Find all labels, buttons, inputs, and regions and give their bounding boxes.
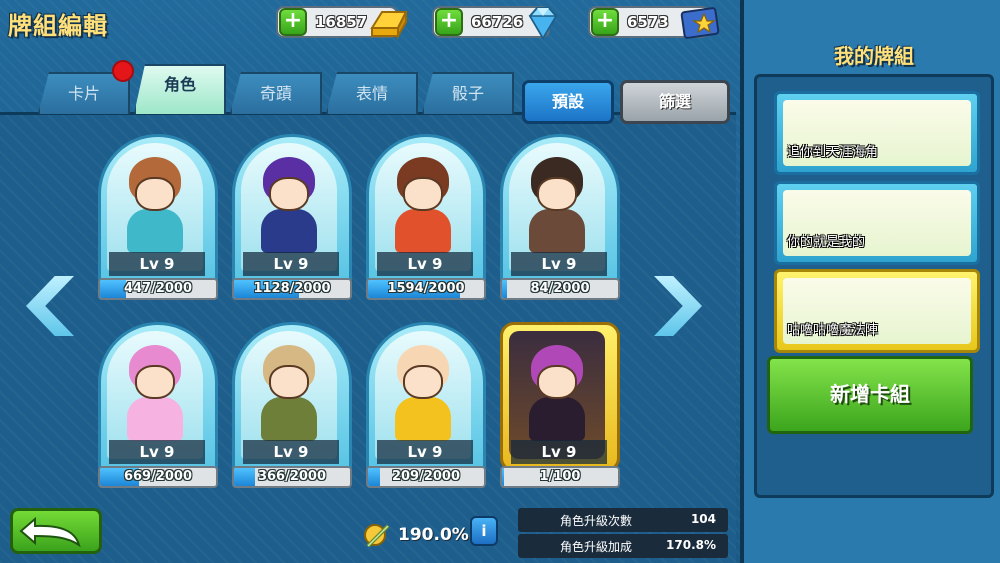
character-face bbox=[135, 365, 175, 399]
filter-button[interactable]: 篩選 bbox=[620, 80, 730, 124]
progress-text: 366/2000 bbox=[257, 469, 327, 484]
progress-text: 209/2000 bbox=[391, 469, 461, 484]
character-card[interactable]: Lv 9 669/2000 bbox=[98, 322, 218, 498]
progress-text: 1128/2000 bbox=[253, 281, 331, 296]
character-card[interactable]: Lv 9 1128/2000 bbox=[232, 134, 352, 310]
info-button[interactable]: i bbox=[470, 516, 498, 546]
character-card[interactable]: Lv 9 1/100 bbox=[500, 322, 620, 498]
character-body bbox=[261, 209, 317, 253]
deck-item[interactable]: 你的就是我的 bbox=[774, 181, 980, 265]
progress-text: 1594/2000 bbox=[387, 281, 465, 296]
progress-bar: 669/2000 bbox=[98, 466, 218, 488]
notification-dot bbox=[112, 60, 134, 82]
gold-currency: + 16857 bbox=[276, 6, 408, 40]
deck-item-selected[interactable]: 咕嚕咕嚕魔法陣 bbox=[774, 269, 980, 353]
character-card[interactable]: Lv 9 366/2000 bbox=[232, 322, 352, 498]
character-face bbox=[135, 177, 175, 211]
deck-name: 追你到天涯海角 bbox=[787, 145, 879, 160]
character-body bbox=[261, 397, 317, 441]
character-level: Lv 9 bbox=[243, 252, 339, 276]
character-body bbox=[127, 397, 183, 441]
progress-bar: 366/2000 bbox=[232, 466, 352, 488]
character-level: Lv 9 bbox=[377, 252, 473, 276]
character-card[interactable]: Lv 9 209/2000 bbox=[366, 322, 486, 498]
progress-text: 84/2000 bbox=[530, 281, 590, 296]
tab-dice[interactable]: 骰子 bbox=[422, 72, 514, 114]
stat-upgrade-count: 角色升級次數 104 bbox=[518, 508, 728, 532]
character-level: Lv 9 bbox=[243, 440, 339, 464]
stat-value: 104 bbox=[690, 512, 716, 526]
character-face bbox=[403, 365, 443, 399]
character-face bbox=[537, 177, 577, 211]
progress-bar: 1/100 bbox=[500, 466, 620, 488]
stat-upgrade-bonus: 角色升級加成 170.8% bbox=[518, 534, 728, 558]
progress-bar: 209/2000 bbox=[366, 466, 486, 488]
character-face bbox=[403, 177, 443, 211]
character-body bbox=[127, 209, 183, 253]
tab-characters[interactable]: 角色 bbox=[134, 64, 226, 114]
gold-amount: 16857 bbox=[315, 13, 368, 31]
diamond-icon bbox=[528, 7, 558, 40]
character-card[interactable]: Lv 9 1594/2000 bbox=[366, 134, 486, 310]
character-face bbox=[537, 365, 577, 399]
progress-text: 1/100 bbox=[539, 469, 581, 484]
tab-emotes[interactable]: 表情 bbox=[326, 72, 418, 114]
progress-text: 669/2000 bbox=[123, 469, 193, 484]
diamond-amount: 66726 bbox=[471, 13, 524, 31]
character-body bbox=[529, 209, 585, 253]
stat-value: 170.8% bbox=[666, 538, 716, 552]
ticket-amount: 6573 bbox=[627, 13, 669, 31]
ticket-currency: + 6573 bbox=[588, 6, 720, 39]
character-level: Lv 9 bbox=[109, 252, 205, 276]
back-arrow-icon bbox=[19, 516, 81, 548]
add-ticket-button[interactable]: + bbox=[591, 8, 619, 36]
character-level: Lv 9 bbox=[511, 440, 607, 464]
star-ticket-icon bbox=[680, 7, 720, 39]
character-body bbox=[395, 209, 451, 253]
character-card[interactable]: Lv 9 84/2000 bbox=[500, 134, 620, 310]
deck-name: 你的就是我的 bbox=[787, 235, 866, 250]
page-title: 牌組編輯 bbox=[8, 12, 108, 40]
add-diamond-button[interactable]: + bbox=[435, 8, 463, 36]
preset-button[interactable]: 預設 bbox=[522, 80, 614, 124]
character-card[interactable]: Lv 9 447/2000 bbox=[98, 134, 218, 310]
new-deck-button[interactable]: 新增卡組 bbox=[767, 356, 973, 434]
deck-list: 追你到天涯海角 你的就是我的 咕嚕咕嚕魔法陣 bbox=[754, 74, 994, 498]
character-level: Lv 9 bbox=[377, 440, 473, 464]
character-body bbox=[529, 397, 585, 441]
stat-label: 角色升級加成 bbox=[560, 540, 633, 554]
character-level: Lv 9 bbox=[109, 440, 205, 464]
character-face bbox=[269, 177, 309, 211]
tab-miracles[interactable]: 奇蹟 bbox=[230, 72, 322, 114]
deck-editor-screen: 牌組編輯 + 16857 + 66726 + 6573 卡片 角色 奇蹟 表情 … bbox=[0, 0, 1000, 563]
deck-item[interactable]: 追你到天涯海角 bbox=[774, 91, 980, 175]
progress-bar: 447/2000 bbox=[98, 278, 218, 300]
deck-name: 咕嚕咕嚕魔法陣 bbox=[787, 323, 879, 338]
my-decks-title: 我的牌組 bbox=[834, 44, 914, 68]
character-face bbox=[269, 365, 309, 399]
stat-label: 角色升級次數 bbox=[560, 514, 633, 528]
add-gold-button[interactable]: + bbox=[279, 8, 307, 36]
progress-bar: 1594/2000 bbox=[366, 278, 486, 300]
bonus-value: 190.0% bbox=[398, 525, 469, 545]
back-button[interactable] bbox=[10, 508, 102, 554]
diamond-currency: + 66726 bbox=[432, 6, 558, 40]
progress-bar: 1128/2000 bbox=[232, 278, 352, 300]
progress-bar: 84/2000 bbox=[500, 278, 620, 300]
my-decks-panel: 我的牌組 追你到天涯海角 你的就是我的 咕嚕咕嚕魔法陣 bbox=[740, 0, 1000, 563]
progress-text: 447/2000 bbox=[123, 281, 193, 296]
gold-bar-icon bbox=[370, 11, 408, 40]
character-level: Lv 9 bbox=[511, 252, 607, 276]
upgrade-bonus: 190.0% bbox=[362, 520, 469, 550]
sword-coin-icon bbox=[364, 524, 390, 548]
character-body bbox=[395, 397, 451, 441]
